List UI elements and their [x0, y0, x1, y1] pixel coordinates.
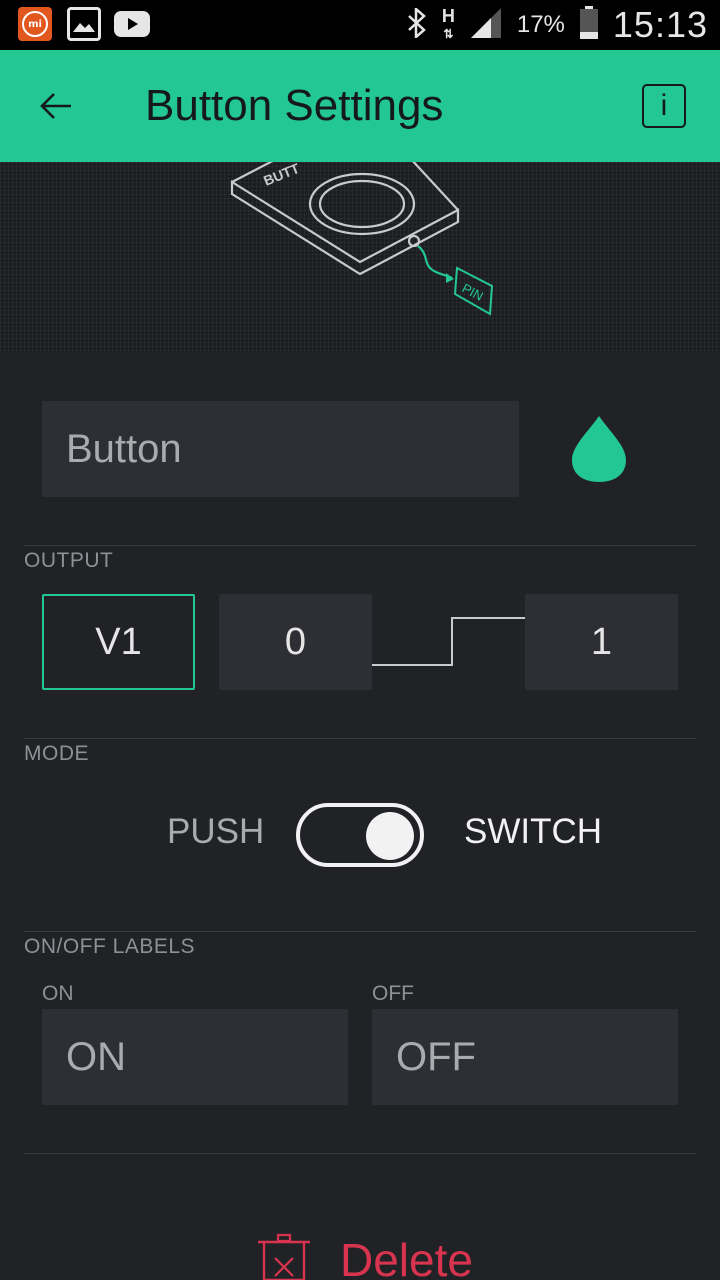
back-button[interactable] — [28, 78, 84, 134]
toggle-knob — [366, 812, 414, 860]
pin-label: PIN — [460, 280, 486, 303]
mode-section-label: MODE — [24, 742, 89, 765]
output-range-connector — [372, 617, 525, 666]
device-label: BUTT — [261, 162, 302, 189]
off-label-caption: OFF — [372, 982, 414, 1005]
divider — [24, 931, 696, 932]
info-icon: i — [660, 89, 668, 122]
mode-push-label[interactable]: PUSH — [167, 812, 264, 852]
divider — [24, 545, 696, 546]
on-label-caption: ON — [42, 982, 74, 1005]
divider — [24, 738, 696, 739]
youtube-icon — [114, 11, 150, 37]
pin-select-button[interactable]: V1 — [42, 594, 195, 690]
battery-icon — [579, 6, 599, 44]
off-label-input[interactable]: OFF — [372, 1009, 678, 1105]
mode-toggle[interactable] — [296, 803, 424, 867]
mi-icon: mi — [18, 7, 52, 41]
output-min-input[interactable]: 0 — [219, 594, 372, 690]
min-value: 0 — [284, 620, 307, 663]
delete-label: Delete — [340, 1234, 473, 1280]
status-bar: mi H ⇅ 17% 15:13 — [0, 0, 720, 50]
max-value: 1 — [590, 620, 613, 663]
button-device-illustration: BUTT PIN — [230, 162, 494, 316]
output-max-input[interactable]: 1 — [525, 594, 678, 690]
info-button[interactable]: i — [642, 84, 686, 128]
onoff-section-label: ON/OFF LABELS — [24, 935, 196, 958]
output-section-label: OUTPUT — [24, 549, 114, 572]
app-bar: Button Settings i — [0, 50, 720, 162]
delete-button[interactable]: Delete — [258, 1232, 473, 1280]
signal-icon — [469, 7, 503, 43]
color-drop-icon — [572, 416, 626, 482]
color-picker-button[interactable] — [566, 412, 632, 488]
gallery-icon — [67, 7, 101, 41]
back-arrow-icon — [40, 93, 71, 119]
trash-icon — [258, 1233, 310, 1280]
bluetooth-icon — [406, 6, 428, 42]
widget-illustration: BUTT PIN — [0, 162, 720, 352]
clock: 15:13 — [612, 4, 708, 45]
pin-value: V1 — [95, 620, 142, 663]
battery-percent: 17% — [516, 11, 565, 38]
mode-switch-label[interactable]: SWITCH — [464, 812, 602, 852]
network-type-indicator: H ⇅ — [441, 6, 455, 41]
widget-name-input[interactable]: Button — [42, 401, 519, 497]
divider — [24, 1153, 696, 1154]
on-label-input[interactable]: ON — [42, 1009, 348, 1105]
page-title: Button Settings — [145, 81, 444, 130]
